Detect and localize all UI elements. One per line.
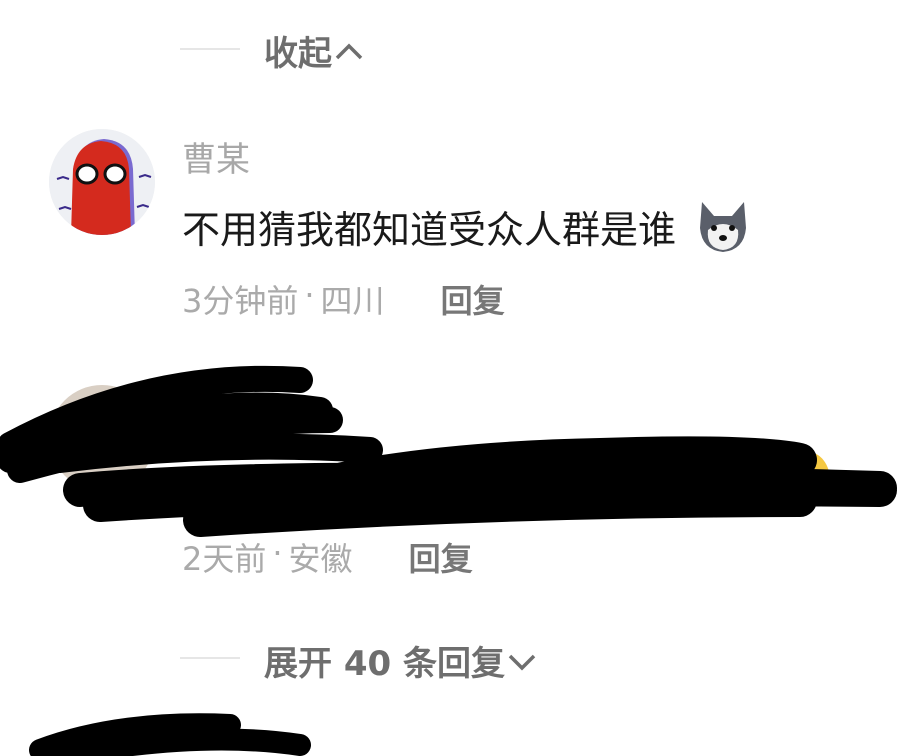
comment-text: 不用猜我都知道受众人群是谁 [182,198,752,254]
comment-location: 四川 [320,282,385,320]
comment-author[interactable]: 曹某 [182,132,250,181]
collapse-replies-button[interactable]: 收起 [264,26,366,75]
reply-button[interactable]: 回复 [409,534,473,580]
comment-text-content: 不用猜我都知道受众人群是谁 [182,207,677,252]
expand-label: 展开 40 条回复 [264,644,505,684]
husky-dog-emoji [700,202,747,252]
comment-meta: 2天前 · 安徽 回复 [182,534,473,580]
redaction-scribble [0,365,897,537]
separator: · [272,534,283,572]
chevron-down-icon [508,654,536,670]
divider [180,657,240,659]
comment-location: 安徽 [288,540,353,578]
chevron-up-icon [335,43,363,59]
separator: · [304,276,315,314]
collapse-label: 收起 [264,34,332,74]
comment-time: 2天前 [182,540,267,578]
redaction-scribble [29,713,311,756]
expand-replies-button[interactable]: 展开 40 条回复 [264,636,539,685]
comment-time: 3分钟前 [182,282,299,320]
divider [180,48,240,50]
avatar[interactable] [49,129,155,235]
comment-meta: 3分钟前 · 四川 回复 [182,276,505,322]
reply-button[interactable]: 回复 [441,276,505,322]
